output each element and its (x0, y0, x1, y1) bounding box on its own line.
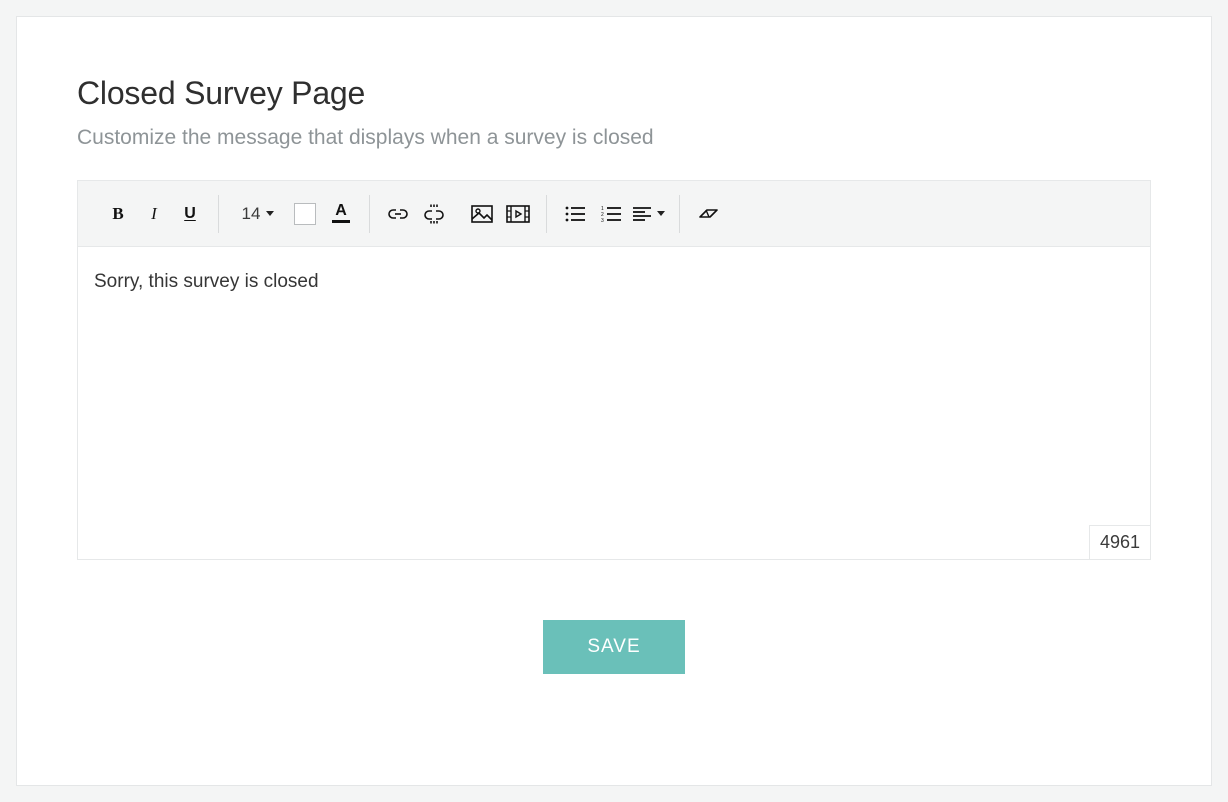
bgcolor-swatch-icon (294, 203, 316, 225)
font-size-dropdown[interactable]: 14 (229, 196, 287, 232)
background-color-button[interactable] (287, 196, 323, 232)
numbered-list-icon: 1 2 3 (601, 206, 621, 222)
toolbar-group-text-style: B I U (94, 194, 214, 234)
save-button[interactable]: SAVE (543, 620, 684, 674)
toolbar-group-paragraph: 1 2 3 (551, 194, 675, 234)
character-counter: 4961 (1089, 525, 1150, 559)
underline-button[interactable]: U (172, 196, 208, 232)
bullet-list-button[interactable] (557, 196, 593, 232)
numbered-list-button[interactable]: 1 2 3 (593, 196, 629, 232)
editor-content-area[interactable]: Sorry, this survey is closed 4961 (78, 247, 1150, 559)
link-icon (386, 207, 410, 221)
toolbar-group-misc (684, 194, 732, 234)
eraser-icon (697, 207, 719, 221)
toolbar-separator (218, 195, 219, 233)
text-color-bar (332, 220, 350, 223)
image-icon (471, 205, 493, 223)
rich-text-editor: B I U 14 A (77, 180, 1151, 560)
bullet-list-icon (565, 206, 585, 222)
caret-down-icon (266, 211, 274, 216)
font-size-value: 14 (242, 204, 261, 224)
align-left-icon (633, 207, 651, 221)
bold-button[interactable]: B (100, 196, 136, 232)
svg-text:3: 3 (601, 218, 604, 222)
toolbar-separator (546, 195, 547, 233)
page-subtitle: Customize the message that displays when… (77, 126, 1151, 150)
align-dropdown[interactable] (629, 196, 669, 232)
page-title: Closed Survey Page (77, 75, 1151, 112)
caret-down-icon (657, 211, 665, 216)
video-icon (506, 205, 530, 223)
underline-icon: U (184, 205, 196, 223)
toolbar-group-font: 14 A (223, 194, 365, 234)
text-color-button[interactable]: A (323, 196, 359, 232)
toolbar-separator (679, 195, 680, 233)
actions-row: SAVE (77, 620, 1151, 674)
remove-link-button[interactable] (416, 196, 452, 232)
italic-button[interactable]: I (136, 196, 172, 232)
editor-toolbar: B I U 14 A (78, 181, 1150, 247)
italic-icon: I (151, 204, 157, 224)
unlink-icon (422, 204, 446, 224)
insert-link-button[interactable] (380, 196, 416, 232)
text-color-icon: A (335, 204, 347, 218)
settings-card: Closed Survey Page Customize the message… (16, 16, 1212, 786)
clear-formatting-button[interactable] (690, 196, 726, 232)
bold-icon: B (112, 204, 123, 224)
insert-image-button[interactable] (464, 196, 500, 232)
insert-video-button[interactable] (500, 196, 536, 232)
toolbar-group-media (458, 194, 542, 234)
editor-text: Sorry, this survey is closed (94, 271, 319, 292)
toolbar-separator (369, 195, 370, 233)
toolbar-group-link (374, 194, 458, 234)
